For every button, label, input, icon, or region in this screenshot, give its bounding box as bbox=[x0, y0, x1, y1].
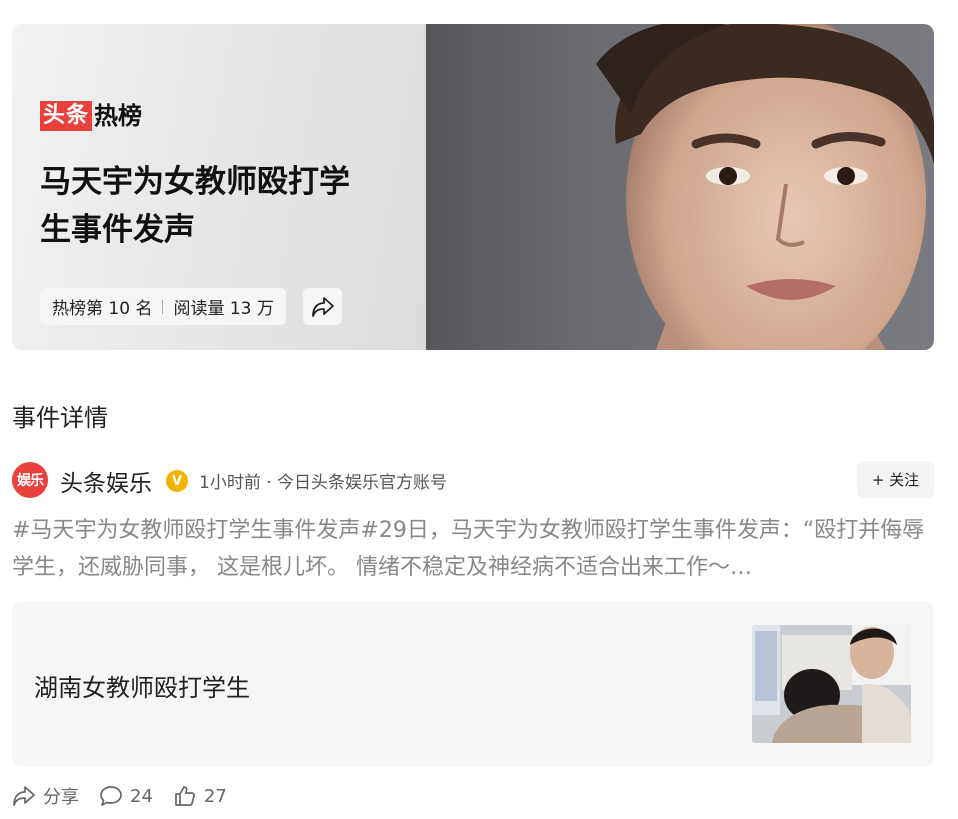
hero-stats: 热榜第 10 名 阅读量 13 万 bbox=[40, 288, 286, 325]
portrait-illustration bbox=[596, 24, 934, 350]
hot-rank: 热榜第 10 名 bbox=[52, 299, 153, 319]
hot-list-hero-card[interactable]: 头条 热榜 马天宇为女教师殴打学生事件发声 热榜第 10 名 阅读量 13 万 bbox=[12, 24, 934, 350]
like-count: 27 bbox=[203, 785, 227, 807]
section-title: 事件详情 bbox=[12, 404, 108, 432]
post-actions: 分享 24 27 bbox=[12, 781, 247, 811]
post-excerpt[interactable]: #马天宇为女教师殴打学生事件发声#29日，马天宇为女教师殴打学生事件发声：“殴打… bbox=[12, 512, 934, 586]
brand-black-text: 热榜 bbox=[94, 102, 143, 130]
linked-article-thumbnail bbox=[752, 625, 911, 743]
thumbs-up-icon bbox=[175, 786, 195, 806]
follow-button[interactable]: + 关注 bbox=[857, 461, 934, 498]
brand-red-text: 头条 bbox=[40, 101, 93, 131]
share-button[interactable]: 分享 bbox=[12, 783, 79, 809]
comment-icon bbox=[100, 786, 122, 806]
post-meta: 1小时前 · 今日头条娱乐官方账号 bbox=[199, 473, 448, 493]
linked-article-card[interactable]: 湖南女教师殴打学生 bbox=[12, 602, 934, 766]
comment-count: 24 bbox=[130, 785, 153, 807]
avatar[interactable]: 娱乐 bbox=[12, 462, 48, 498]
divider bbox=[162, 299, 164, 314]
read-count: 阅读量 13 万 bbox=[173, 299, 274, 319]
toutiao-hot-list-logo: 头条 热榜 bbox=[40, 101, 142, 131]
verified-badge-icon: V bbox=[166, 470, 188, 492]
linked-article-title: 湖南女教师殴打学生 bbox=[34, 674, 250, 702]
author-row: 娱乐 头条娱乐 V 1小时前 · 今日头条娱乐官方账号 + 关注 bbox=[12, 460, 934, 498]
like-button[interactable]: 27 bbox=[173, 785, 227, 807]
share-icon bbox=[311, 296, 334, 317]
hero-title[interactable]: 马天宇为女教师殴打学生事件发声 bbox=[40, 158, 380, 254]
hero-photo bbox=[426, 24, 934, 350]
hero-share-button[interactable] bbox=[303, 288, 342, 325]
comment-button[interactable]: 24 bbox=[99, 785, 153, 807]
classroom-photo bbox=[752, 625, 911, 743]
share-label: 分享 bbox=[43, 787, 79, 808]
author-name[interactable]: 头条娱乐 bbox=[60, 464, 152, 498]
share-icon bbox=[13, 786, 35, 806]
